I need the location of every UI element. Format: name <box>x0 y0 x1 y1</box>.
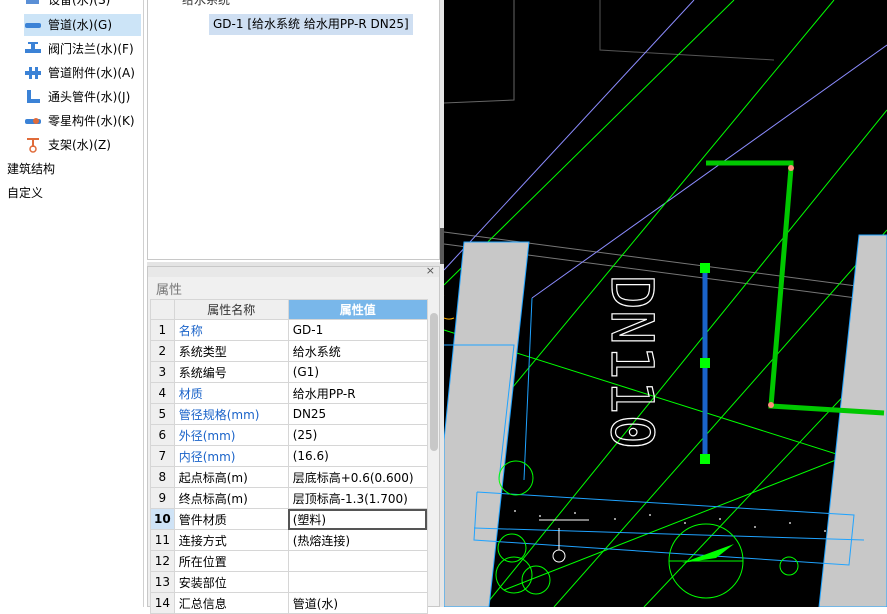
cad-drawing: DN110 <box>444 0 887 607</box>
tree-item-pipe[interactable]: 管道(水)(G) <box>24 14 141 36</box>
property-row[interactable]: 4 材质 给水用PP-R <box>150 382 428 404</box>
row-number-header <box>150 299 175 320</box>
tree-root-custom[interactable]: 自定义 <box>7 182 43 204</box>
property-value[interactable] <box>287 571 428 593</box>
support-icon <box>24 137 42 153</box>
tree-item-label: 管道附件(水)(A) <box>48 66 135 80</box>
row-number: 7 <box>150 445 175 467</box>
tree-item-fitting[interactable]: 通头管件(水)(J) <box>24 86 141 108</box>
property-row[interactable]: 10 管件材质 (塑料) <box>150 508 428 530</box>
property-name: 连接方式 <box>173 529 289 551</box>
property-row[interactable]: 9 终点标高(m) 层顶标高-1.3(1.700) <box>150 487 428 509</box>
property-row[interactable]: 1 名称 GD-1 <box>150 319 428 341</box>
row-number: 12 <box>150 550 175 572</box>
row-number: 14 <box>150 592 175 614</box>
property-row[interactable]: 2 系统类型 给水系统 <box>150 340 428 362</box>
cad-pipe-label: DN110 <box>598 275 666 450</box>
property-value[interactable]: 管道(水) <box>287 592 428 614</box>
properties-title: 属性 <box>156 283 183 298</box>
property-value[interactable]: 层底标高+0.6(0.600) <box>287 466 428 488</box>
row-number: 2 <box>150 340 175 362</box>
row-number: 1 <box>150 319 175 341</box>
row-number: 11 <box>150 529 175 551</box>
row-number: 9 <box>150 487 175 509</box>
property-row[interactable]: 8 起点标高(m) 层底标高+0.6(0.600) <box>150 466 428 488</box>
tree-item-pipe-accessory[interactable]: 管道附件(水)(A) <box>24 62 141 84</box>
property-name: 名称 <box>173 319 289 341</box>
tree-item-label: 设备(水)(S) <box>48 0 111 7</box>
properties-table: 属性名称 属性值 1 名称 GD-1 2 系统类型 给水系统 3 系统编号 (G1) 4 材质 给水用… <box>150 299 428 614</box>
valve-icon <box>24 41 42 57</box>
property-row[interactable]: 6 外径(mm) (25) <box>150 424 428 446</box>
row-number: 3 <box>150 361 175 383</box>
row-number: 6 <box>150 424 175 446</box>
component-group-label[interactable]: 给水系统 <box>182 0 230 8</box>
row-number: 5 <box>150 403 175 425</box>
property-name: 材质 <box>173 382 289 404</box>
property-name: 所在位置 <box>173 550 289 572</box>
tree-item-label: 通头管件(水)(J) <box>48 90 131 104</box>
equipment-icon <box>24 0 42 8</box>
property-value[interactable]: (16.6) <box>287 445 428 467</box>
pipe-icon <box>24 17 42 33</box>
property-value[interactable]: (G1) <box>287 361 428 383</box>
property-value[interactable]: DN25 <box>287 403 428 425</box>
column-header-name: 属性名称 <box>173 299 289 320</box>
property-row[interactable]: 14 汇总信息 管道(水) <box>150 592 428 614</box>
tree-item-label: 管道(水)(G) <box>48 18 113 32</box>
property-value[interactable] <box>287 550 428 572</box>
row-number: 10 <box>150 508 175 530</box>
property-name: 管径规格(mm) <box>173 403 289 425</box>
tree-item-label: 零星构件(水)(K) <box>48 114 135 128</box>
component-tree: 设备(水)(S) 管道(水)(G) 阀门法兰(水)(F) 管道附件(水)(A) … <box>0 0 144 607</box>
property-name: 起点标高(m) <box>173 466 289 488</box>
cad-canvas[interactable]: DN110 <box>444 0 887 607</box>
property-row[interactable]: 13 安装部位 <box>150 571 428 593</box>
property-value[interactable]: (25) <box>287 424 428 446</box>
property-name: 汇总信息 <box>173 592 289 614</box>
row-number: 8 <box>150 466 175 488</box>
property-name: 外径(mm) <box>173 424 289 446</box>
property-row[interactable]: 12 所在位置 <box>150 550 428 572</box>
property-name: 管件材质 <box>173 508 289 530</box>
tree-item-label: 支架(水)(Z) <box>48 138 111 152</box>
tree-item-label: 阀门法兰(水)(F) <box>48 42 134 56</box>
property-row[interactable]: 11 连接方式 (热熔连接) <box>150 529 428 551</box>
properties-scrollbar[interactable] <box>430 313 438 451</box>
tree-root-building-structure[interactable]: 建筑结构 <box>7 158 55 180</box>
tree-item-support[interactable]: 支架(水)(Z) <box>24 134 141 156</box>
close-icon[interactable]: × <box>426 264 435 277</box>
tree-item-equipment[interactable]: 设备(水)(S) <box>24 0 141 11</box>
property-value[interactable]: 给水系统 <box>287 340 428 362</box>
property-value[interactable]: (塑料) <box>287 508 428 530</box>
pipe-accessory-icon <box>24 65 42 81</box>
property-value[interactable]: GD-1 <box>287 319 428 341</box>
fitting-icon <box>24 89 42 105</box>
property-value[interactable]: 层顶标高-1.3(1.700) <box>287 487 428 509</box>
property-name: 内径(mm) <box>173 445 289 467</box>
property-name: 系统编号 <box>173 361 289 383</box>
property-row[interactable]: 7 内径(mm) (16.6) <box>150 445 428 467</box>
property-value[interactable]: (热熔连接) <box>287 529 428 551</box>
property-value[interactable]: 给水用PP-R <box>287 382 428 404</box>
misc-component-icon <box>24 113 42 129</box>
properties-panel: × 属性 属性名称 属性值 1 名称 GD-1 2 系统类型 给水系统 3 系统编号 (G1) 4… <box>147 264 440 614</box>
properties-header-bar <box>148 267 439 277</box>
component-entry-gd1[interactable]: GD-1 [给水系统 给水用PP-R DN25] <box>209 14 413 35</box>
property-name: 终点标高(m) <box>173 487 289 509</box>
tree-item-valve-flange[interactable]: 阀门法兰(水)(F) <box>24 38 141 60</box>
property-name: 系统类型 <box>173 340 289 362</box>
property-row[interactable]: 3 系统编号 (G1) <box>150 361 428 383</box>
property-row[interactable]: 5 管径规格(mm) DN25 <box>150 403 428 425</box>
property-name: 安装部位 <box>173 571 289 593</box>
tree-item-misc-component[interactable]: 零星构件(水)(K) <box>24 110 141 132</box>
column-header-value: 属性值 <box>287 299 428 320</box>
row-number: 13 <box>150 571 175 593</box>
component-list-panel: 给水系统 GD-1 [给水系统 给水用PP-R DN25] <box>147 0 440 260</box>
row-number: 4 <box>150 382 175 404</box>
